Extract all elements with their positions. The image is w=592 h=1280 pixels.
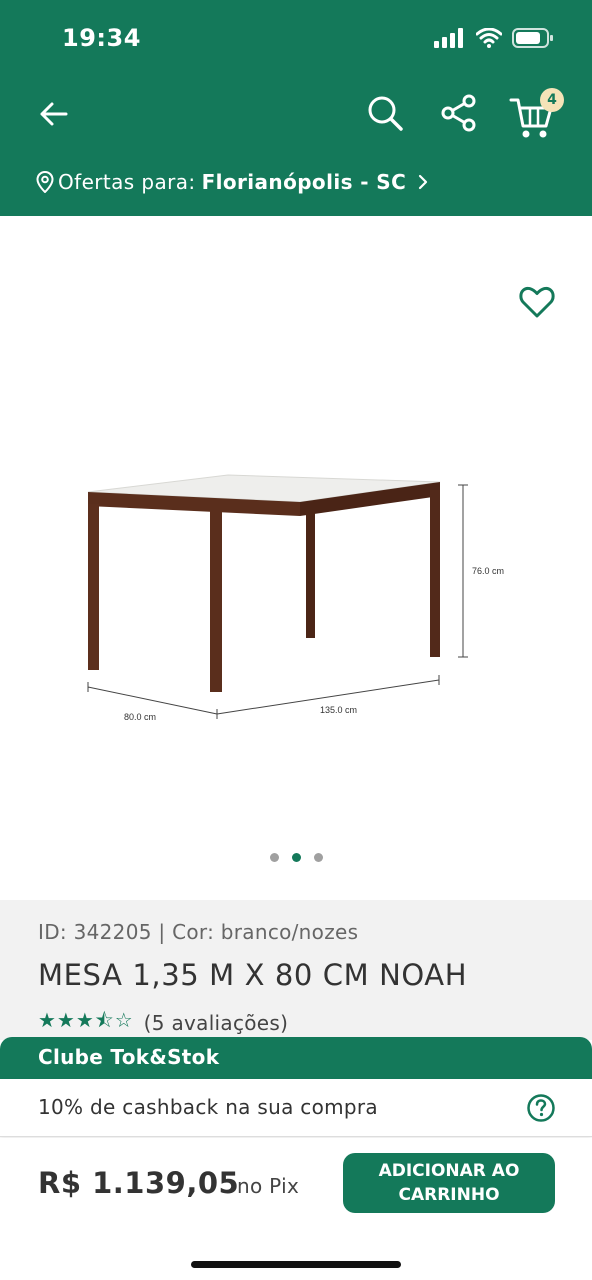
chevron-right-icon (419, 174, 428, 190)
product-price: R$ 1.139,05 (38, 1166, 240, 1200)
status-time: 19:34 (62, 24, 141, 52)
location-city: Florianópolis - SC (201, 170, 407, 194)
share-icon[interactable] (438, 92, 480, 134)
signal-icon (434, 28, 463, 48)
club-header: Clube Tok&Stok (0, 1037, 592, 1079)
product-meta: ID: 342205 | Cor: branco/nozes (38, 920, 359, 944)
rating-count: (5 avaliações) (143, 1011, 289, 1035)
product-info: ID: 342205 | Cor: branco/nozes MESA 1,35… (0, 900, 592, 1040)
club-benefit-text: 10% de cashback na sua compra (38, 1095, 378, 1119)
location-label: Ofertas para: (58, 170, 196, 194)
wifi-icon (476, 28, 502, 48)
club-benefit: 10% de cashback na sua compra (0, 1079, 592, 1137)
carousel-dot[interactable] (313, 853, 323, 862)
battery-icon (512, 28, 553, 48)
app-header: 19:34 4 Ofertas para: Florianópolis - SC (0, 0, 592, 216)
home-indicator[interactable] (191, 1261, 401, 1268)
status-icons (434, 27, 554, 49)
cart-count-badge: 4 (540, 88, 564, 112)
price-payment-method: no Pix (237, 1174, 300, 1198)
carousel-indicator (0, 853, 592, 862)
delivery-location[interactable]: Ofertas para: Florianópolis - SC (36, 170, 428, 194)
product-title: MESA 1,35 M X 80 CM NOAH (38, 958, 468, 992)
heart-icon[interactable] (518, 283, 556, 321)
cart-button[interactable]: 4 (508, 88, 568, 140)
product-rating[interactable]: ★★★⯪☆ (5 avaliações) (38, 1006, 288, 1040)
dimension-width-label: 135.0 cm (320, 705, 357, 715)
add-to-cart-button[interactable]: ADICIONAR AO CARRINHO (343, 1153, 555, 1213)
dimension-depth-label: 80.0 cm (124, 712, 156, 722)
back-arrow-icon[interactable] (34, 94, 74, 134)
rating-stars: ★★★⯪☆ (38, 1008, 134, 1032)
carousel-dot-active[interactable] (291, 853, 301, 862)
location-pin-icon (36, 171, 54, 193)
purchase-footer: R$ 1.139,05 no Pix ADICIONAR AO CARRINHO (0, 1138, 592, 1280)
dimension-height-label: 76.0 cm (472, 566, 504, 576)
help-icon[interactable] (526, 1093, 556, 1123)
product-table-image: 76.0 cm 80.0 cm 135.0 cm (87, 474, 504, 722)
carousel-dot[interactable] (269, 853, 279, 862)
search-icon[interactable] (364, 92, 406, 134)
